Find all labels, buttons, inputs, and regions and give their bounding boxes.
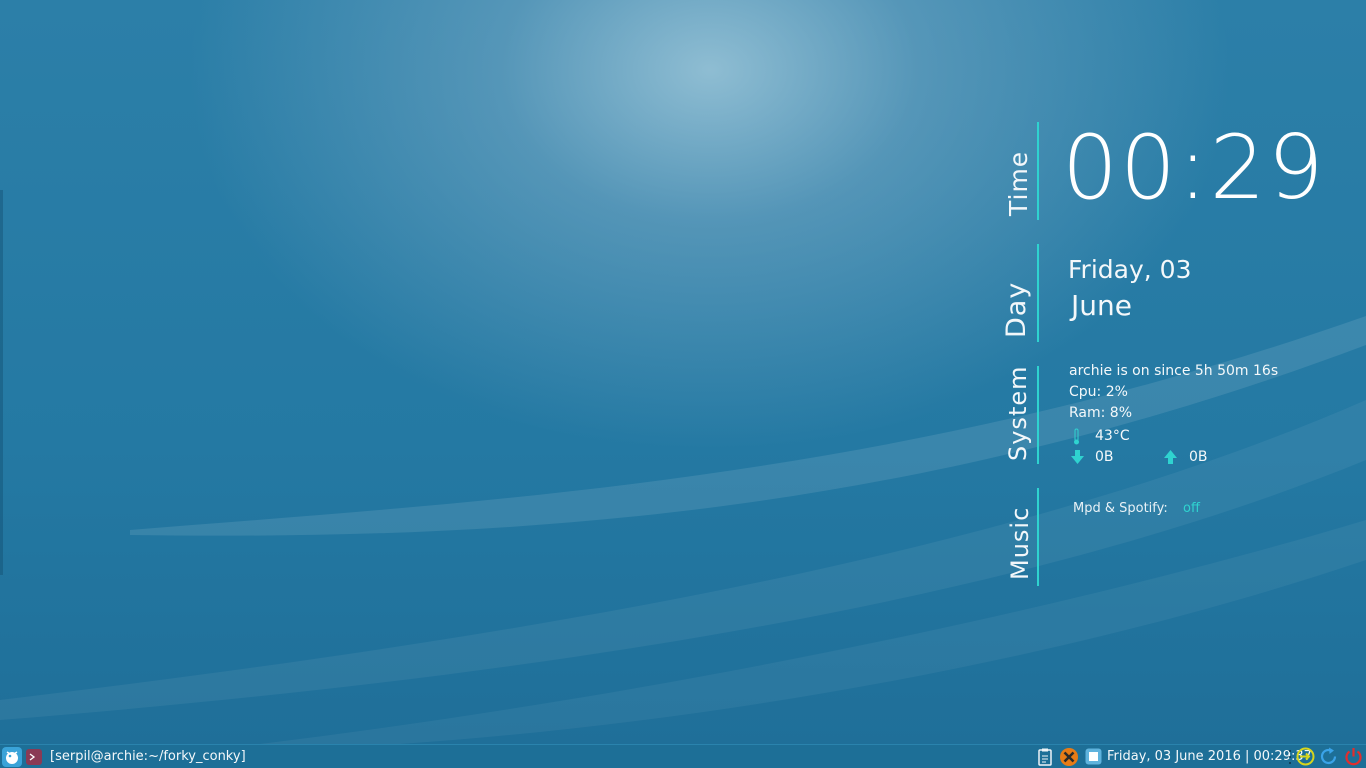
system-divider <box>1037 366 1039 464</box>
day-divider <box>1037 244 1039 342</box>
taskbar-window-terminal[interactable] <box>25 745 45 768</box>
day-label: Day <box>1001 281 1032 338</box>
ram-text: Ram: 8% <box>1069 405 1133 421</box>
restart-button[interactable] <box>1320 745 1340 768</box>
left-edge-shadow <box>0 190 3 575</box>
taskbar: [serpil@archie:~/forky_conky] Friday, 03… <box>0 744 1366 768</box>
logout-button[interactable] <box>1296 745 1316 768</box>
xfce-icon <box>1060 747 1078 766</box>
clock-display: 00:29 <box>1062 116 1326 219</box>
music-label: Music <box>1006 506 1034 580</box>
application-menu-button[interactable] <box>2 745 24 768</box>
download-speed: 0B <box>1095 449 1114 465</box>
logout-icon <box>1296 747 1315 766</box>
month-name: June <box>1071 289 1132 322</box>
xfce-tray-button[interactable] <box>1059 745 1081 768</box>
music-source-label: Mpd & Spotify: <box>1073 501 1168 516</box>
upload-speed: 0B <box>1189 449 1208 465</box>
power-icon <box>1345 748 1362 766</box>
download-arrow-icon <box>1071 450 1084 464</box>
separator-dots <box>1289 749 1291 764</box>
clipboard-icon <box>1038 748 1052 766</box>
uptime-text: archie is on since 5h 50m 16s <box>1069 363 1279 379</box>
upload-arrow-icon <box>1164 450 1177 464</box>
screenshot-icon <box>1085 748 1102 765</box>
time-label: Time <box>1004 150 1033 216</box>
clipboard-button[interactable] <box>1037 745 1055 768</box>
time-divider <box>1037 122 1039 220</box>
music-status: off <box>1183 501 1200 516</box>
taskbar-clock[interactable]: Friday, 03 June 2016 | 00:29:37 <box>1107 745 1312 768</box>
weekday-date: Friday, 03 <box>1068 255 1192 284</box>
taskbar-window-title[interactable]: [serpil@archie:~/forky_conky] <box>50 745 246 768</box>
thermometer-icon <box>1074 428 1079 445</box>
shutdown-button[interactable] <box>1344 745 1364 768</box>
temperature-text: 43°C <box>1095 428 1130 444</box>
restart-icon <box>1320 747 1337 765</box>
terminal-icon <box>26 748 42 765</box>
music-divider <box>1037 488 1039 586</box>
window-title-text: [serpil@archie:~/forky_conky] <box>50 749 246 764</box>
desktop-background: Time 00:29 Day Friday, 03 June System ar… <box>0 0 1366 744</box>
menu-icon <box>2 746 22 767</box>
tray-separator <box>1288 745 1292 768</box>
screenshot-tray-button[interactable] <box>1085 745 1103 768</box>
cpu-text: Cpu: 2% <box>1069 384 1128 400</box>
system-label: System <box>1004 365 1032 462</box>
clock-text: Friday, 03 June 2016 | 00:29:37 <box>1107 749 1312 764</box>
